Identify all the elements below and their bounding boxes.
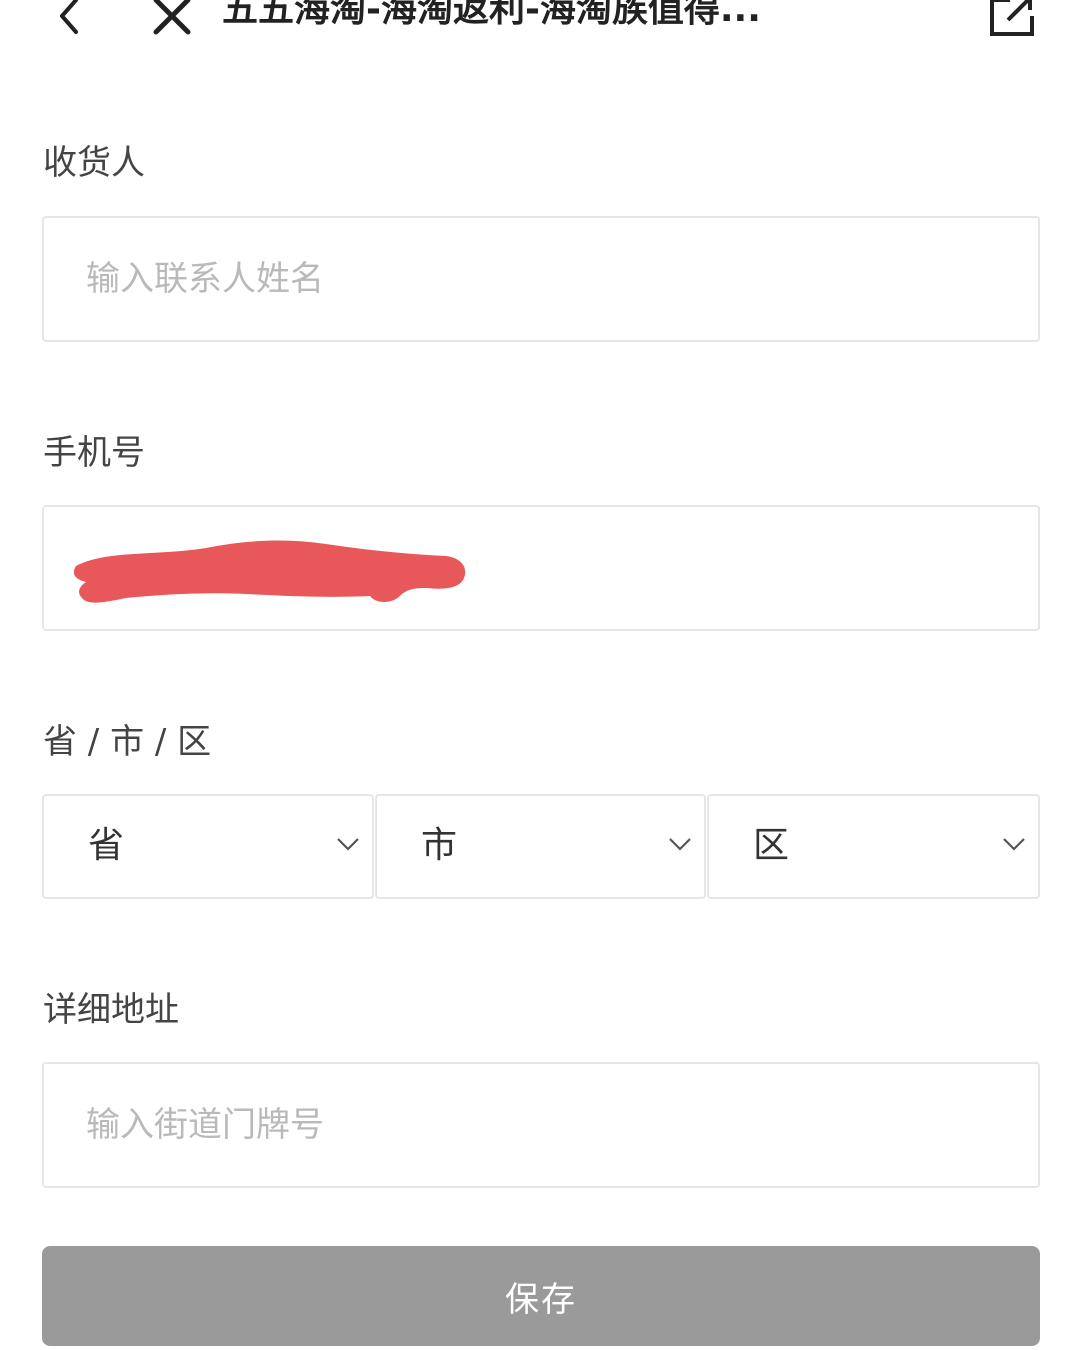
- address-label: 详细地址: [43, 990, 179, 1030]
- city-value: 市: [421, 825, 458, 866]
- chevron-left-icon: [60, 0, 78, 34]
- street-address-input[interactable]: [42, 1062, 1040, 1188]
- phone-label: 手机号: [43, 433, 145, 473]
- chevron-down-icon: [1003, 838, 1025, 851]
- district-select[interactable]: 区: [707, 794, 1040, 899]
- open-external-button[interactable]: [986, 0, 1038, 38]
- save-button[interactable]: 保存: [42, 1246, 1040, 1346]
- chevron-down-icon: [669, 838, 691, 851]
- recipient-name-input[interactable]: [42, 216, 1040, 342]
- top-navigation-bar: 五五海淘-海淘返利-海淘族值得...: [0, 0, 1080, 46]
- city-select[interactable]: 市: [375, 794, 706, 899]
- redaction-scribble: [73, 540, 466, 603]
- province-value: 省: [88, 825, 125, 866]
- recipient-label: 收货人: [43, 143, 145, 183]
- page-title: 五五海淘-海淘返利-海淘族值得...: [222, 0, 761, 30]
- back-button[interactable]: [48, 0, 88, 36]
- district-value: 区: [753, 825, 790, 866]
- province-select[interactable]: 省: [42, 794, 374, 899]
- region-label: 省 / 市 / 区: [43, 722, 212, 762]
- close-button[interactable]: [150, 0, 194, 36]
- chevron-down-icon: [337, 838, 359, 851]
- close-icon: [153, 0, 191, 35]
- external-link-icon: [990, 0, 1034, 36]
